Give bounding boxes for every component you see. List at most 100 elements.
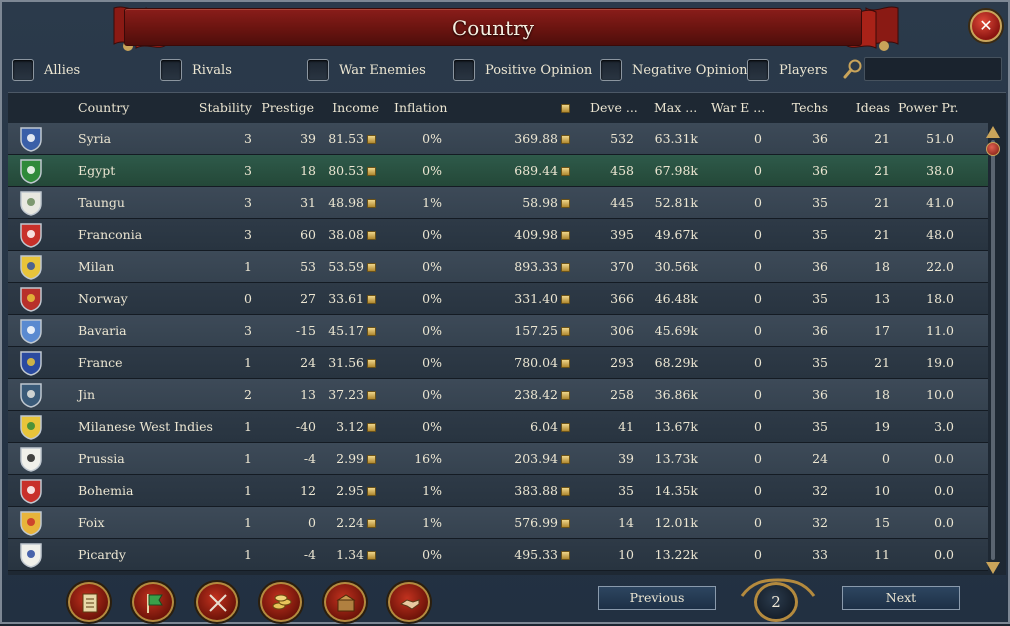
cell-power-projection: 38.0	[900, 155, 954, 187]
country-flag-icon[interactable]	[18, 542, 44, 568]
table-row[interactable]: Prussia 1 -4 2.99 16% 203.94 39 13.73k 0 24 0 0.0	[8, 443, 988, 475]
column-header-income[interactable]: Income	[324, 93, 379, 121]
table-row[interactable]: Egypt 3 18 80.53 0% 689.44 458 67.98k 0 36 21 38.0	[8, 155, 988, 187]
scrollbar[interactable]	[984, 126, 1002, 576]
country-flag-icon[interactable]	[18, 190, 44, 216]
cell-value: 45.69k	[654, 323, 698, 338]
next-button[interactable]: Next	[842, 586, 960, 610]
table-row[interactable]: Franconia 3 60 38.08 0% 409.98 395 49.67k 0 35 21 4…	[8, 219, 988, 251]
column-header-max-manpower[interactable]: Max ...	[654, 93, 697, 121]
column-header-treasury[interactable]	[528, 93, 570, 121]
column-header-country[interactable]: Country	[78, 93, 129, 121]
table-row[interactable]: Picardy 1 -4 1.34 0% 495.33 10 13.22k 0 33 11 0.0	[8, 539, 988, 571]
cell-power-projection: 19.0	[900, 347, 954, 379]
country-flag-icon[interactable]	[18, 382, 44, 408]
column-header-development[interactable]: Deve ...	[590, 93, 638, 121]
war-enemies-checkbox[interactable]	[307, 59, 329, 81]
scroll-thumb[interactable]	[986, 142, 1000, 156]
gold-coin-icon	[367, 295, 376, 304]
table-row[interactable]: Milan 1 53 53.59 0% 893.33 370 30.56k 0 36 18 22.0	[8, 251, 988, 283]
cell-income: 48.98	[320, 187, 376, 219]
cell-development: 14	[588, 507, 634, 539]
trade-button[interactable]	[324, 582, 366, 622]
economy-button[interactable]	[260, 582, 302, 622]
table-row[interactable]: Taungu 3 31 48.98 1% 58.98 445 52.81k 0 35 21 41.0	[8, 187, 988, 219]
close-button[interactable]: ✕	[970, 10, 1002, 42]
column-header-war-exhaustion[interactable]: War E ...	[711, 93, 765, 121]
country-flag-icon[interactable]	[18, 318, 44, 344]
cell-max-manpower: 30.56k	[644, 251, 698, 283]
cell-value: 81.53	[328, 131, 364, 146]
scroll-track[interactable]	[991, 140, 995, 560]
cell-country: Norway	[78, 283, 128, 315]
cell-value: 21	[874, 131, 890, 146]
filter-rivals[interactable]: Rivals	[160, 56, 232, 84]
diplomacy-button[interactable]	[388, 582, 430, 622]
column-header-techs[interactable]: Techs	[778, 93, 828, 121]
column-header-power-projection[interactable]: Power Pr.	[898, 93, 958, 121]
table-row[interactable]: Syria 3 39 81.53 0% 369.88 532 63.31k 0 36 21 51.0	[8, 123, 988, 155]
cell-country: Milan	[78, 251, 114, 283]
cell-treasury: 331.40	[488, 283, 570, 315]
scroll-down-arrow-icon[interactable]	[986, 562, 1000, 574]
cell-max-manpower: 13.73k	[644, 443, 698, 475]
filter-positive-opinion[interactable]: Positive Opinion	[453, 56, 592, 84]
table-row[interactable]: Norway 0 27 33.61 0% 331.40 366 46.48k 0 35 13 18.0	[8, 283, 988, 315]
previous-button[interactable]: Previous	[598, 586, 716, 610]
country-flag-icon[interactable]	[18, 446, 44, 472]
table-row[interactable]: Jin 2 13 37.23 0% 238.42 258 36.86k 0 36 18 10.0	[8, 379, 988, 411]
cell-max-manpower: 14.35k	[644, 475, 698, 507]
cell-inflation: 0%	[394, 123, 442, 155]
column-header-stability[interactable]: Stability	[194, 93, 252, 121]
country-flag-icon[interactable]	[18, 510, 44, 536]
cell-stability: 0	[194, 283, 252, 315]
cell-value: 0	[754, 387, 762, 402]
rivals-checkbox[interactable]	[160, 59, 182, 81]
cell-war-exhaustion: 0	[726, 347, 762, 379]
table-row[interactable]: France 1 24 31.56 0% 780.04 293 68.29k 0 35 21 19.0	[8, 347, 988, 379]
gold-coin-icon	[561, 295, 570, 304]
country-flag-icon[interactable]	[18, 478, 44, 504]
allies-checkbox[interactable]	[12, 59, 34, 81]
cell-prestige: 53	[260, 251, 316, 283]
search-icon	[843, 59, 862, 79]
military-button[interactable]	[196, 582, 238, 622]
column-header-inflation[interactable]: Inflation	[394, 93, 447, 121]
cell-value: Milan	[78, 259, 115, 274]
handshake-icon	[399, 599, 420, 610]
cell-value: 15	[874, 515, 890, 530]
country-flag-icon[interactable]	[18, 286, 44, 312]
country-flag-icon[interactable]	[18, 158, 44, 184]
column-header-prestige[interactable]: Prestige	[260, 93, 314, 121]
flag-button[interactable]	[132, 582, 174, 622]
ledger-button[interactable]	[68, 582, 110, 622]
cell-stability: 1	[194, 347, 252, 379]
cell-value: 0	[882, 451, 890, 466]
cell-max-manpower: 49.67k	[644, 219, 698, 251]
players-checkbox[interactable]	[747, 59, 769, 81]
cell-value: Bohemia	[78, 483, 134, 498]
search-input[interactable]	[864, 57, 1002, 81]
filter-allies[interactable]: Allies	[12, 56, 80, 84]
column-header-ideas[interactable]: Ideas	[846, 93, 890, 121]
country-flag-icon[interactable]	[18, 350, 44, 376]
cell-prestige: -4	[260, 539, 316, 571]
cell-value: 11	[874, 547, 890, 562]
cell-power-projection: 48.0	[900, 219, 954, 251]
negative-opinion-checkbox[interactable]	[600, 59, 622, 81]
country-flag-icon[interactable]	[18, 126, 44, 152]
table-row[interactable]: Bohemia 1 12 2.95 1% 383.88 35 14.35k 0 32 10 0.0	[8, 475, 988, 507]
country-flag-icon[interactable]	[18, 222, 44, 248]
table-row[interactable]: Bavaria 3 -15 45.17 0% 157.25 306 45.69k 0 36 17 11…	[8, 315, 988, 347]
filter-players[interactable]: Players	[747, 56, 828, 84]
table-row[interactable]: Milanese West Indies 1 -40 3.12 0% 6.04 41 13.6…	[8, 411, 988, 443]
positive-opinion-checkbox[interactable]	[453, 59, 475, 81]
filter-war-enemies[interactable]: War Enemies	[307, 56, 426, 84]
cell-value: 0%	[422, 163, 442, 178]
country-flag-icon[interactable]	[18, 254, 44, 280]
cell-ideas: 21	[846, 219, 890, 251]
scroll-up-arrow-icon[interactable]	[986, 126, 1000, 138]
country-flag-icon[interactable]	[18, 414, 44, 440]
table-row[interactable]: Foix 1 0 2.24 1% 576.99 14 12.01k 0 32 15 0.0	[8, 507, 988, 539]
filter-negative-opinion[interactable]: Negative Opinion	[600, 56, 748, 84]
